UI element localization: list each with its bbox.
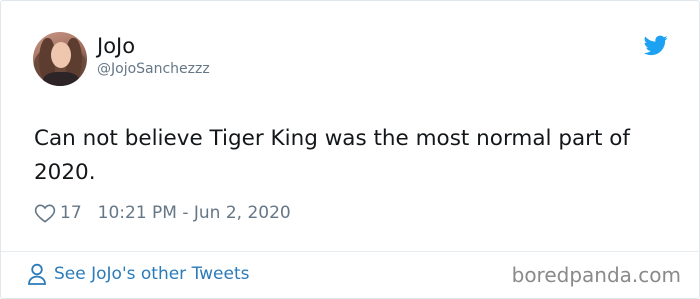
tweet-card: JoJo @JojoSanchezzz Can not believe Tige… bbox=[0, 0, 700, 299]
tweet-timestamp[interactable]: 10:21 PM - Jun 2, 2020 bbox=[98, 203, 291, 223]
heart-icon[interactable] bbox=[34, 203, 56, 223]
author-handle[interactable]: @JojoSanchezzz bbox=[97, 60, 210, 78]
avatar[interactable] bbox=[33, 32, 87, 86]
author-display-name[interactable]: JoJo bbox=[97, 33, 135, 59]
see-other-tweets-link[interactable]: See JoJo's other Tweets bbox=[27, 263, 249, 285]
like-count: 17 bbox=[60, 203, 82, 223]
watermark: boredpanda.com bbox=[511, 263, 681, 287]
tweet-meta: 17 10:21 PM - Jun 2, 2020 bbox=[34, 200, 291, 226]
see-other-tweets-label: See JoJo's other Tweets bbox=[54, 264, 250, 284]
tweet-text: Can not believe Tiger King was the most … bbox=[34, 126, 630, 185]
avatar-face bbox=[51, 42, 71, 68]
person-icon bbox=[28, 263, 46, 285]
avatar-shirt bbox=[43, 72, 79, 86]
divider bbox=[1, 251, 700, 252]
twitter-bird-icon[interactable] bbox=[644, 35, 668, 56]
